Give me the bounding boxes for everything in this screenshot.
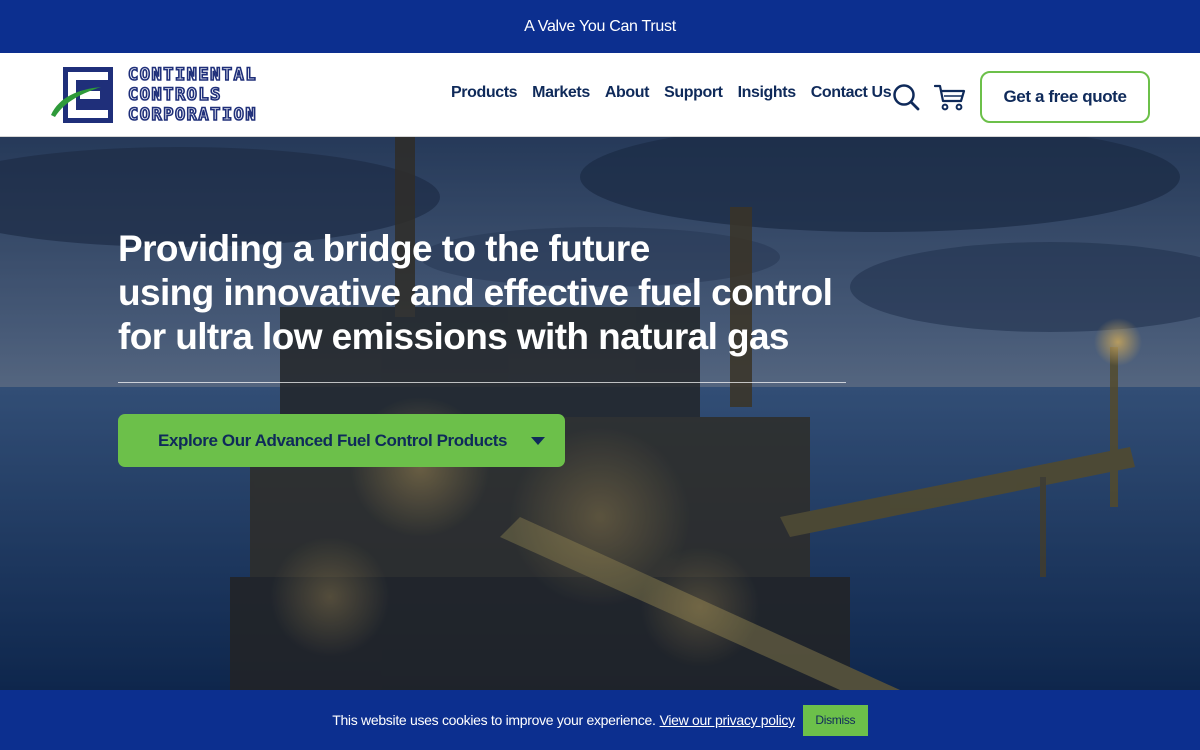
explore-products-label: Explore Our Advanced Fuel Control Produc… [158,430,508,450]
company-logo[interactable]: CONTINENTAL CONTROLS CORPORATION [49,64,271,126]
nav-item-markets[interactable]: Markets [532,84,590,102]
cart-icon[interactable] [934,83,966,111]
nav-item-support[interactable]: Support [664,84,723,102]
search-icon[interactable] [892,83,920,111]
nav-item-insights[interactable]: Insights [738,84,797,102]
nav-item-contact-us[interactable]: Contact Us [811,84,892,102]
hero-divider [118,382,846,383]
main-nav: Products Markets About Support Insights … [451,84,906,102]
explore-products-button[interactable]: Explore Our Advanced Fuel Control Produc… [118,414,565,467]
hero-headline: Providing a bridge to the future using i… [118,228,833,357]
site-header: CONTINENTAL CONTROLS CORPORATION Product… [0,53,1200,137]
cookie-message: This website uses cookies to improve you… [332,712,656,728]
hero-banner: Providing a bridge to the future using i… [0,137,1200,690]
nav-item-products[interactable]: Products [451,84,518,102]
chevron-down-icon [531,437,545,445]
announcement-bar: A Valve You Can Trust [0,0,1200,53]
cookie-banner: This website uses cookies to improve you… [0,690,1200,750]
nav-item-about[interactable]: About [605,84,650,102]
logo-mark-icon [51,67,113,123]
dismiss-cookie-button[interactable]: Dismiss [802,704,868,736]
get-quote-button[interactable]: Get a free quote [980,71,1150,123]
logo-wordmark: CONTINENTAL CONTROLS CORPORATION [127,64,258,126]
tagline: A Valve You Can Trust [524,17,676,35]
privacy-policy-link[interactable]: View our privacy policy [660,712,796,728]
